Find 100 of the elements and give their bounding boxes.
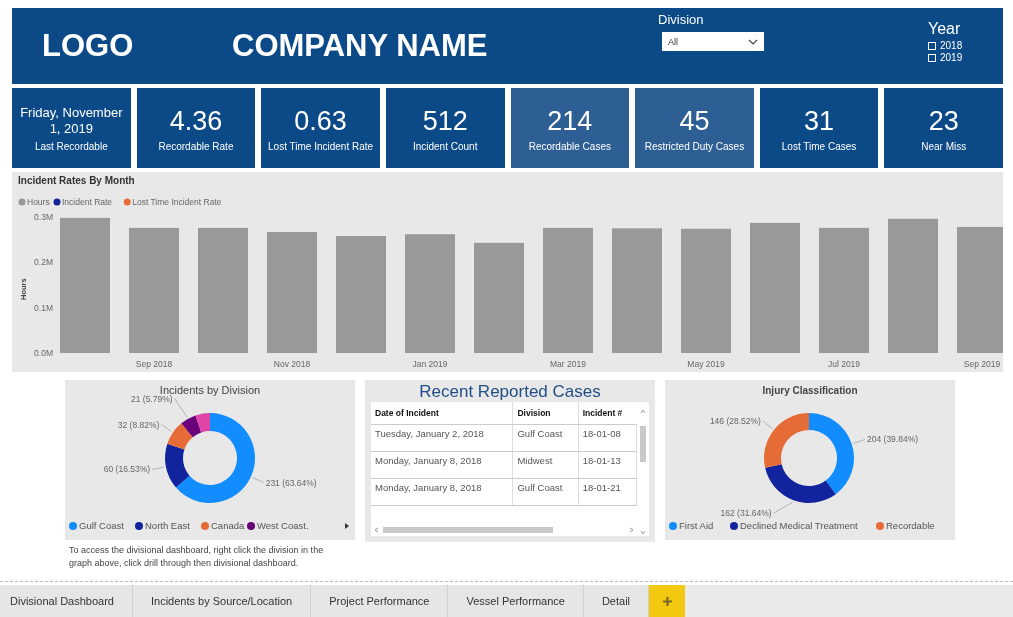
legend-item: Lost Time Incident Rate bbox=[123, 197, 222, 207]
table-cell: 18-01-13 bbox=[578, 451, 637, 479]
data-label: 204 (39.84%) bbox=[867, 434, 919, 445]
company-name: COMPANY NAME bbox=[232, 28, 488, 64]
division-dropdown[interactable]: All bbox=[662, 32, 764, 51]
checkbox[interactable] bbox=[928, 42, 936, 50]
kpi-label: Lost Time Incident Rate bbox=[268, 140, 374, 152]
axis-tick-label: Jan 2019 bbox=[412, 359, 448, 369]
donut-slice[interactable] bbox=[195, 413, 210, 433]
page-tab[interactable]: Project Performance bbox=[311, 585, 449, 617]
kpi-value: 0.63 bbox=[294, 104, 347, 137]
data-label: 32 (8.82%) bbox=[117, 419, 160, 430]
kpi-label: Incident Count bbox=[412, 140, 478, 152]
axis-tick-label: Mar 2019 bbox=[550, 359, 586, 369]
column-header[interactable]: Date of Incident bbox=[371, 402, 513, 425]
legend-item: Gulf Coast bbox=[69, 520, 124, 531]
leader-line bbox=[161, 424, 172, 432]
kpi-value: 23 bbox=[928, 104, 959, 137]
bar[interactable] bbox=[750, 222, 800, 353]
year-label: Year bbox=[928, 20, 962, 38]
bar[interactable] bbox=[60, 217, 110, 353]
kpi-label: Lost Time Cases bbox=[781, 140, 857, 152]
bar[interactable] bbox=[267, 231, 317, 353]
axis-tick-label: 0.0M bbox=[34, 348, 53, 358]
chevron-down-icon bbox=[748, 38, 758, 45]
legend-item: Incident Rate bbox=[53, 197, 113, 207]
page-tab[interactable]: Vessel Performance bbox=[448, 585, 584, 617]
donut-slice[interactable] bbox=[809, 413, 854, 495]
axis-tick-label: Sep 2019 bbox=[963, 359, 1001, 369]
table-cell: Monday, January 8, 2018 bbox=[371, 451, 513, 479]
chart-title: Injury Classification bbox=[762, 385, 858, 396]
bar[interactable] bbox=[405, 234, 455, 353]
kpi-label: Restricted Duty Cases bbox=[644, 140, 745, 152]
division-label: Division bbox=[658, 12, 705, 27]
legend-item: West Coast. bbox=[247, 520, 309, 531]
legend-item: First Aid bbox=[669, 520, 714, 531]
legend-item: Canada bbox=[201, 520, 245, 531]
kpi-value: 4.36 bbox=[169, 104, 223, 137]
bar[interactable] bbox=[957, 226, 1003, 353]
table-cell: Gulf Coast bbox=[512, 478, 579, 506]
table-cell: Gulf Coast bbox=[512, 424, 579, 452]
leader-line bbox=[252, 477, 265, 483]
leader-line bbox=[853, 439, 866, 444]
data-label: 21 (5.79%) bbox=[131, 393, 173, 404]
bar[interactable] bbox=[888, 218, 938, 353]
axis-tick-label: Sep 2018 bbox=[135, 359, 173, 369]
data-label: 162 (31.64%) bbox=[720, 508, 772, 519]
donut-slice[interactable] bbox=[181, 415, 202, 438]
horizontal-scrollbar[interactable] bbox=[373, 526, 635, 534]
kpi-label: Last Recordable bbox=[34, 140, 108, 152]
instruction-text: To access the divisional dashboard, right click the division in the graph above, click drill through then divisional dashboard. bbox=[68, 544, 325, 570]
bar[interactable] bbox=[129, 227, 179, 353]
checkbox-label: 2019 bbox=[940, 52, 963, 64]
checkbox[interactable] bbox=[928, 54, 936, 62]
scroll-right-icon[interactable] bbox=[345, 523, 349, 529]
data-label: 60 (16.53%) bbox=[103, 464, 151, 475]
leader-line bbox=[773, 501, 793, 514]
plus-icon bbox=[661, 595, 673, 607]
bar[interactable] bbox=[474, 242, 524, 353]
table-cell: Tuesday, January 2, 2018 bbox=[371, 424, 513, 452]
axis-tick-label: 0.1M bbox=[34, 302, 53, 313]
page-tab[interactable]: Detail bbox=[583, 585, 650, 617]
axis-tick-label: Nov 2018 bbox=[273, 359, 311, 369]
donut-slice[interactable] bbox=[176, 413, 255, 503]
axis-tick-label: 0.3M bbox=[34, 212, 53, 222]
add-page-button[interactable] bbox=[649, 585, 686, 617]
bar[interactable] bbox=[681, 228, 731, 353]
page-tab[interactable]: Divisional Dashboard bbox=[0, 585, 133, 617]
bar[interactable] bbox=[198, 227, 248, 353]
table-cell: 18-01-08 bbox=[578, 424, 637, 452]
leader-line bbox=[762, 420, 773, 429]
vertical-scrollbar[interactable] bbox=[639, 408, 647, 536]
bar[interactable] bbox=[612, 228, 662, 353]
donut-slice[interactable] bbox=[765, 464, 836, 503]
donut-slice[interactable] bbox=[167, 423, 193, 450]
data-label: 146 (28.52%) bbox=[709, 416, 761, 427]
data-label: 231 (63.64%) bbox=[265, 477, 317, 488]
legend-item: Hours bbox=[18, 197, 50, 207]
logo: LOGO bbox=[42, 28, 135, 64]
bar[interactable] bbox=[543, 227, 593, 353]
bar[interactable] bbox=[336, 236, 386, 353]
chart-title: Incidents by Division bbox=[159, 384, 261, 396]
checkbox-label: 2018 bbox=[940, 40, 963, 52]
chart-title: Incident Rates By Month bbox=[18, 175, 135, 186]
kpi-label: Near Miss bbox=[921, 140, 967, 152]
leader-line bbox=[151, 466, 165, 470]
axis-tick-label: Jul 2019 bbox=[827, 359, 861, 369]
kpi-label: Recordable Rate bbox=[158, 140, 234, 152]
bar[interactable] bbox=[819, 227, 869, 353]
table-cell: 18-01-21 bbox=[578, 478, 637, 506]
column-header[interactable]: Division bbox=[512, 402, 579, 425]
column-header[interactable]: Incident # bbox=[578, 402, 637, 425]
donut-slice[interactable] bbox=[165, 443, 190, 488]
kpi-date: Friday, November 1, 2019 bbox=[19, 104, 124, 137]
page-tab[interactable]: Incidents by Source/Location bbox=[132, 585, 312, 617]
legend-item: North East bbox=[135, 520, 190, 531]
table-cell: Midwest bbox=[512, 451, 579, 479]
kpi-value: 214 bbox=[547, 104, 593, 137]
legend-item: Recordable bbox=[876, 520, 935, 531]
table-title: Recent Reported Cases bbox=[418, 381, 602, 402]
